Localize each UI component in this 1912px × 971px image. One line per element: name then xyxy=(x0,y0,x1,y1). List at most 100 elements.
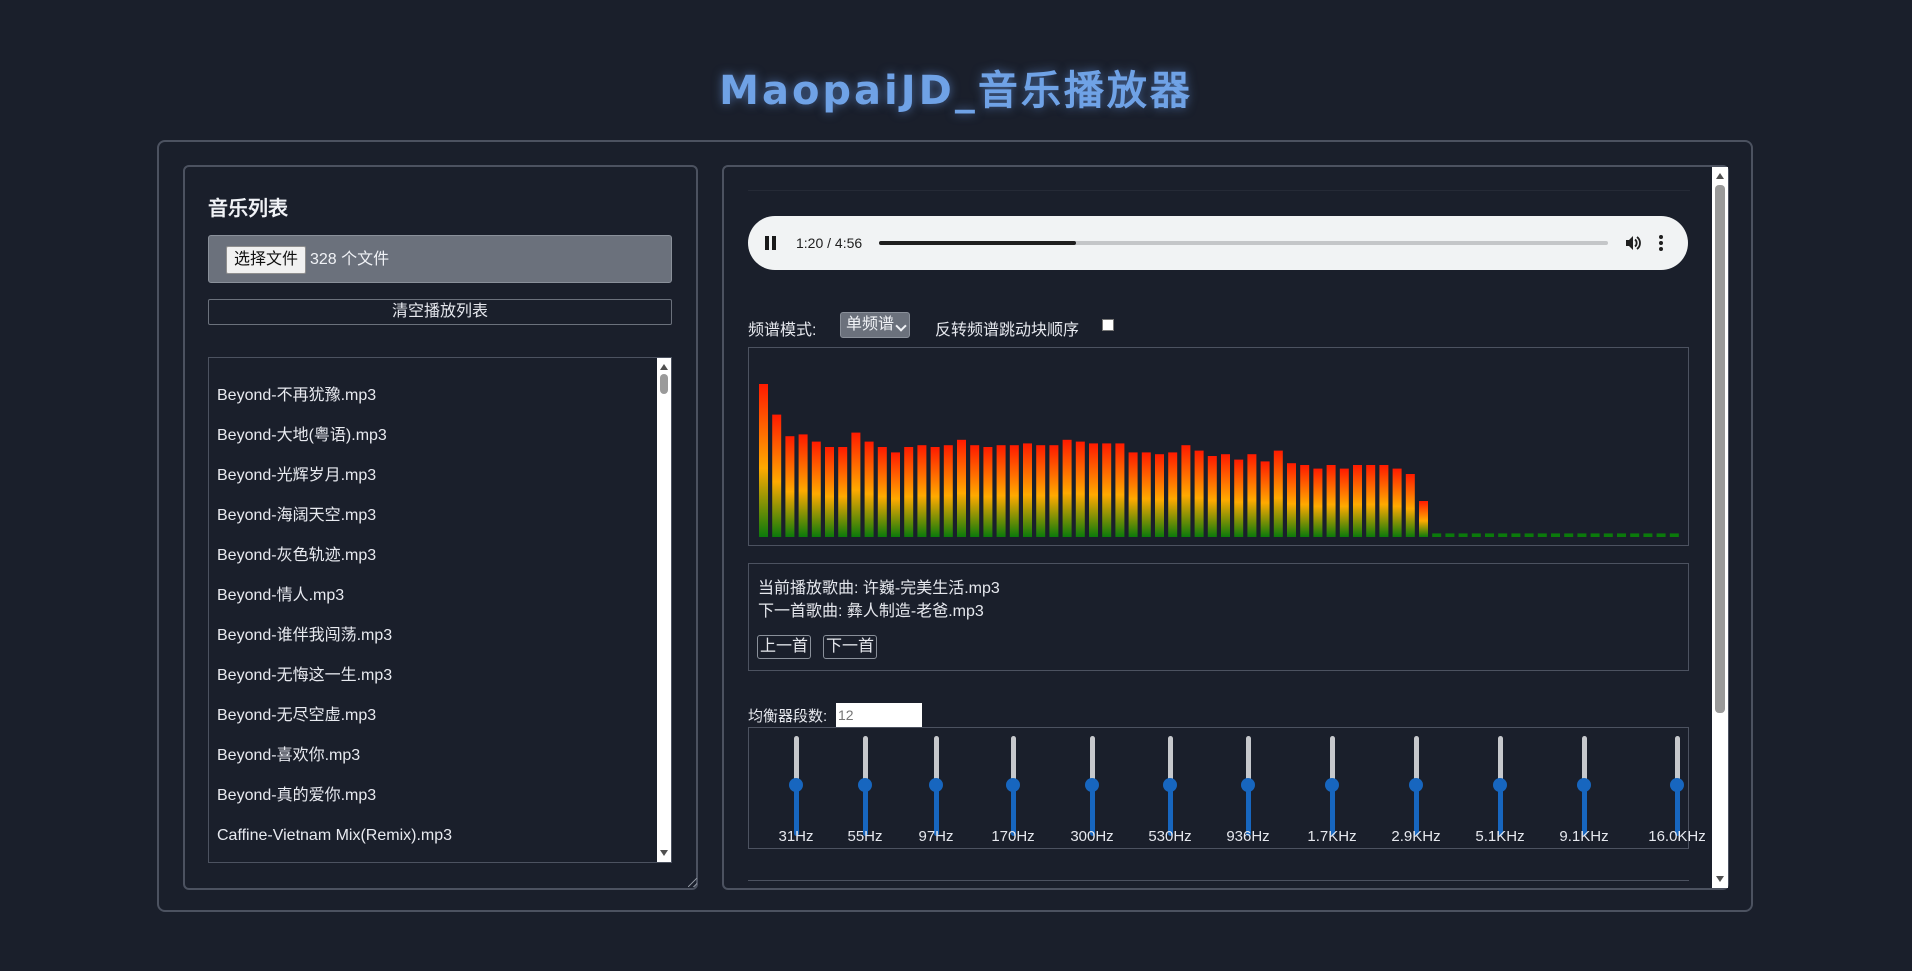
eq-track xyxy=(1414,736,1419,781)
playlist-item[interactable]: Beyond-大地(粤语).mp3 xyxy=(217,416,647,456)
spectrum-bar xyxy=(1194,450,1204,537)
spectrum-bar xyxy=(1221,454,1230,537)
volume-icon[interactable] xyxy=(1624,234,1642,252)
spectrum-bar xyxy=(798,434,808,537)
file-input[interactable]: 选择文件 328 个文件 xyxy=(208,235,672,283)
playlist-item[interactable]: Beyond-无悔这一生.mp3 xyxy=(217,656,647,696)
progress-bar[interactable] xyxy=(879,241,1608,245)
equalizer-panel: 31Hz 55Hz 97Hz 170Hz 300Hz 530Hz 936Hz 1.7KHz 2.… xyxy=(748,727,1706,849)
spectrum-bar xyxy=(772,414,782,537)
spectrum-bar xyxy=(1287,463,1296,537)
scroll-up-arrow-icon[interactable] xyxy=(660,364,668,370)
spectrum-bar xyxy=(1353,465,1362,537)
eq-slider-2-9khz[interactable] xyxy=(1406,736,1426,836)
spectrum-bar xyxy=(1405,474,1415,537)
playlist-item[interactable]: Beyond-海阔天空.mp3 xyxy=(217,496,647,536)
spectrum-bar xyxy=(1458,533,1468,537)
spectrum-bar xyxy=(1379,465,1389,537)
eq-thumb[interactable] xyxy=(1493,778,1507,792)
eq-band-label: 1.7KHz xyxy=(1307,828,1357,845)
resize-grip-icon[interactable] xyxy=(688,878,697,887)
choose-file-button[interactable]: 选择文件 xyxy=(226,246,307,274)
spectrum-bar xyxy=(1617,533,1626,537)
spectrum-bar xyxy=(904,447,914,537)
playlist-item[interactable]: Beyond-喜欢你.mp3 xyxy=(217,736,647,776)
eq-slider-300hz[interactable] xyxy=(1082,736,1102,836)
audio-player[interactable]: 1:20 / 4:56 xyxy=(748,216,1688,270)
eq-track xyxy=(1498,736,1503,781)
eq-count-input[interactable] xyxy=(836,703,922,727)
previous-track-button[interactable]: 上一首 xyxy=(757,635,812,659)
eq-slider-55hz[interactable] xyxy=(855,736,875,836)
chevron-down-icon xyxy=(895,320,907,332)
playlist-item[interactable]: Beyond-不再犹豫.mp3 xyxy=(217,376,647,416)
eq-thumb[interactable] xyxy=(1006,778,1020,792)
eq-slider-16-0khz[interactable] xyxy=(1667,736,1687,836)
eq-band-label: 170Hz xyxy=(991,828,1035,845)
eq-thumb[interactable] xyxy=(1409,778,1423,792)
spectrum-bar xyxy=(1656,533,1666,537)
eq-thumb[interactable] xyxy=(1577,778,1591,792)
playlist-item[interactable]: Caffine-Vietnam Mix(Remix).mp3 xyxy=(217,816,647,856)
spectrum-bar xyxy=(811,441,821,537)
eq-track xyxy=(1330,736,1335,781)
spectrum-mode-select[interactable]: 单频谱 xyxy=(840,312,910,338)
spectrum-bar xyxy=(1326,465,1336,537)
eq-band-label: 530Hz xyxy=(1148,828,1192,845)
playlist-item[interactable]: Beyond-谁伴我闯荡.mp3 xyxy=(217,616,647,656)
clear-playlist-button[interactable]: 清空播放列表 xyxy=(208,299,672,325)
eq-slider-97hz[interactable] xyxy=(926,736,946,836)
scroll-up-arrow-icon[interactable] xyxy=(1716,173,1724,179)
eq-thumb[interactable] xyxy=(789,778,803,792)
spectrum-bar xyxy=(1643,533,1653,537)
spectrum-mode-value: 单频谱 xyxy=(846,316,895,333)
player-panel-scrollbar[interactable] xyxy=(1712,167,1728,888)
eq-thumb[interactable] xyxy=(1163,778,1177,792)
spectrum-bar xyxy=(1115,443,1125,537)
scroll-thumb[interactable] xyxy=(1715,185,1725,713)
spectrum-bar xyxy=(1524,533,1534,537)
playlist-item[interactable]: Beyond-情人.mp3 xyxy=(217,576,647,616)
player-divider xyxy=(748,190,1690,191)
spectrum-bar xyxy=(864,441,874,537)
spectrum-bar xyxy=(1630,533,1640,537)
eq-slider-170hz[interactable] xyxy=(1003,736,1023,836)
playlist-items: Beyond-不再犹豫.mp3 Beyond-大地(粤语).mp3 Beyond-光… xyxy=(217,376,647,856)
more-vertical-icon[interactable] xyxy=(1658,234,1664,252)
eq-thumb[interactable] xyxy=(1670,778,1684,792)
eq-thumb[interactable] xyxy=(929,778,943,792)
reverse-spectrum-label: 反转频谱跳动块顺序 xyxy=(935,322,1080,339)
eq-thumb[interactable] xyxy=(1241,778,1255,792)
spectrum-bar xyxy=(1207,456,1217,537)
eq-slider-1-7khz[interactable] xyxy=(1322,736,1342,836)
playlist-item[interactable]: Beyond-无尽空虚.mp3 xyxy=(217,696,647,736)
playlist-item[interactable]: Beyond-真的爱你.mp3 xyxy=(217,776,647,816)
eq-track xyxy=(1168,736,1173,781)
playlist-scrollbar[interactable] xyxy=(657,358,671,862)
eq-band-label: 936Hz xyxy=(1226,828,1270,845)
reverse-spectrum-checkbox[interactable] xyxy=(1102,319,1114,331)
next-track-button[interactable]: 下一首 xyxy=(823,635,878,659)
eq-slider-31hz[interactable] xyxy=(786,736,806,836)
spectrum-bar xyxy=(1445,533,1455,537)
eq-slider-5-1khz[interactable] xyxy=(1490,736,1510,836)
eq-thumb[interactable] xyxy=(1325,778,1339,792)
eq-band-label: 16.0KHz xyxy=(1648,828,1706,845)
playlist-item[interactable]: Beyond-光辉岁月.mp3 xyxy=(217,456,647,496)
eq-track xyxy=(1011,736,1016,781)
scroll-thumb[interactable] xyxy=(660,374,668,394)
spectrum-bar xyxy=(1273,450,1283,537)
eq-slider-9-1khz[interactable] xyxy=(1574,736,1594,836)
next-song: 下一首歌曲: 彝人制造-老爸.mp3 xyxy=(758,603,984,620)
eq-slider-936hz[interactable] xyxy=(1238,736,1258,836)
eq-thumb[interactable] xyxy=(858,778,872,792)
playlist[interactable]: Beyond-不再犹豫.mp3 Beyond-大地(粤语).mp3 Beyond-光… xyxy=(208,357,672,863)
pause-icon[interactable] xyxy=(765,236,777,250)
spectrum-bar xyxy=(1155,454,1164,537)
eq-thumb[interactable] xyxy=(1085,778,1099,792)
playlist-item[interactable]: Beyond-灰色轨迹.mp3 xyxy=(217,536,647,576)
spectrum-bar xyxy=(1603,533,1613,537)
scroll-down-arrow-icon[interactable] xyxy=(660,850,668,856)
scroll-down-arrow-icon[interactable] xyxy=(1716,876,1724,882)
eq-slider-530hz[interactable] xyxy=(1160,736,1180,836)
